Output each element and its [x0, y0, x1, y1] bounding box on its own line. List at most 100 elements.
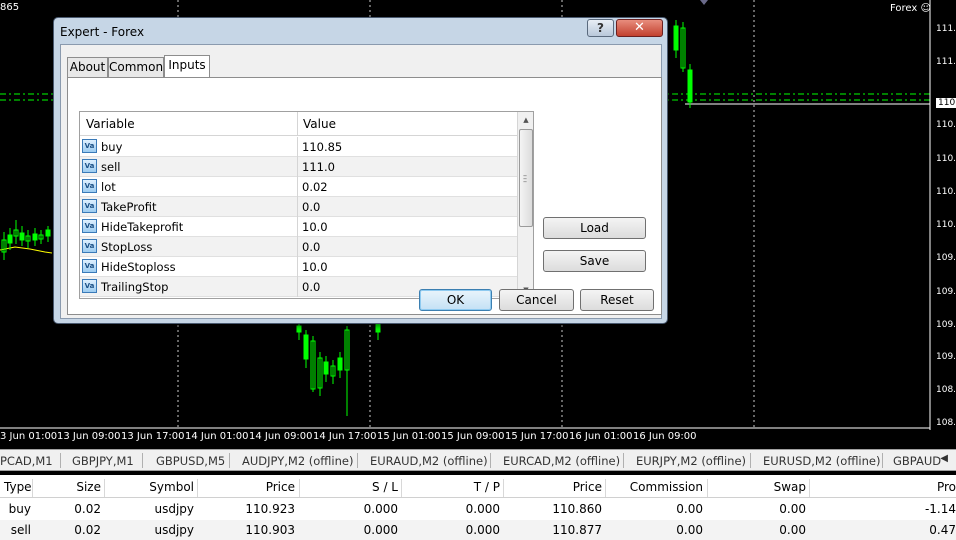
variable-icon: Va — [82, 139, 97, 153]
list-item[interactable]: Va HideStoploss 10.0 — [80, 257, 517, 277]
help-button[interactable]: ? — [587, 19, 614, 37]
price-tick-label: 109. — [936, 320, 956, 330]
column-divider — [297, 137, 298, 157]
table-cell: 0.000 — [465, 502, 500, 516]
column-header-value[interactable]: Value — [303, 117, 336, 131]
table-cell: 0.000 — [465, 523, 500, 537]
tab-common[interactable]: Common — [108, 57, 164, 77]
chart-corner-label: 865 — [0, 2, 20, 13]
time-tick-label: 16 Jun 01:00 — [569, 431, 633, 442]
column-header[interactable]: Size — [76, 480, 101, 494]
table-cell: 0.02 — [74, 523, 101, 537]
list-item[interactable]: Va TakeProfit 0.0 — [80, 197, 517, 217]
list-item[interactable]: Va buy 110.85 — [80, 137, 517, 157]
table-cell: 110.877 — [552, 523, 602, 537]
load-button[interactable]: Load — [543, 217, 646, 239]
table-cell: 0.47 — [929, 523, 956, 537]
price-tick-label: 108. — [936, 418, 956, 428]
symbol-tab[interactable]: GBPJPY,M1 — [72, 454, 134, 468]
tab-scroll-left-icon[interactable]: ◀ — [940, 453, 948, 464]
param-value[interactable]: 0.0 — [302, 240, 320, 254]
param-name: HideStoploss — [101, 260, 176, 274]
tab-about[interactable]: About — [67, 57, 108, 77]
list-item[interactable]: Va sell 111.0 — [80, 157, 517, 177]
list-item[interactable]: Va HideTakeprofit 10.0 — [80, 217, 517, 237]
variable-icon: Va — [82, 219, 97, 233]
list-item[interactable]: Va lot 0.02 — [80, 177, 517, 197]
symbol-tab[interactable]: EURAUD,M2 (offline) — [370, 454, 488, 468]
column-divider — [605, 479, 606, 497]
symbol-tab[interactable]: EURCAD,M2 (offline) — [503, 454, 620, 468]
column-header[interactable]: Type — [4, 480, 32, 494]
column-divider — [707, 479, 708, 497]
param-value[interactable]: 111.0 — [302, 160, 335, 174]
symbol-tab[interactable]: AUDJPY,M2 (offline) — [242, 454, 353, 468]
symbol-tab[interactable]: EURUSD,M2 (offline) — [763, 454, 880, 468]
param-value[interactable]: 10.0 — [302, 220, 328, 234]
candles-middle — [296, 320, 381, 416]
param-value[interactable]: 0.0 — [302, 200, 320, 214]
symbol-tab[interactable]: PCAD,M1 — [0, 454, 53, 468]
column-header[interactable]: Commission — [630, 480, 703, 494]
column-divider — [297, 237, 298, 257]
table-cell: -1.14 — [924, 502, 956, 516]
variable-icon: Va — [82, 199, 97, 213]
symbol-tab[interactable]: EURJPY,M2 (offline) — [636, 454, 746, 468]
price-tick-label: 109. — [936, 253, 956, 263]
table-cell: 0.00 — [779, 502, 806, 516]
time-tick-label: 14 Jun 17:00 — [313, 431, 377, 442]
tab-separator — [750, 453, 751, 468]
column-header[interactable]: Price — [573, 480, 602, 494]
variable-icon: Va — [82, 239, 97, 253]
column-header-variable[interactable]: Variable — [86, 117, 135, 131]
param-value[interactable]: 0.02 — [302, 180, 328, 194]
column-header[interactable]: Symbol — [149, 480, 194, 494]
smiley-icon: ☺ — [920, 3, 931, 14]
dialog-title: Expert - Forex — [60, 25, 145, 39]
reset-button[interactable]: Reset — [580, 289, 654, 311]
candles-left — [1, 220, 51, 260]
trades-table: Type Size Symbol Price S / L T / P Price Commis… — [0, 475, 956, 540]
table-cell: 110.860 — [552, 502, 602, 516]
tab-inputs[interactable]: Inputs — [164, 55, 210, 77]
column-header[interactable]: Swap — [774, 480, 806, 494]
table-row[interactable]: buy 0.02 usdjpy 110.923 0.000 0.000 110.860 0.0… — [0, 499, 956, 520]
param-value[interactable]: 10.0 — [302, 260, 328, 274]
symbol-tab[interactable]: GBPUSD,M5 — [156, 454, 225, 468]
column-divider — [32, 479, 33, 497]
close-button[interactable]: ✕ — [616, 19, 663, 37]
symbol-tabs-bar: PCAD,M1 GBPJPY,M1 GBPUSD,M5 AUDJPY,M2 (offl… — [0, 449, 956, 471]
table-cell: 0.00 — [779, 523, 806, 537]
tab-separator — [60, 453, 61, 468]
table-cell: 0.00 — [676, 502, 703, 516]
price-tick-label: 110. — [936, 154, 956, 164]
variable-icon: Va — [82, 159, 97, 173]
param-name: sell — [101, 160, 121, 174]
column-divider — [401, 479, 402, 497]
save-button[interactable]: Save — [543, 250, 646, 272]
cancel-button[interactable]: Cancel — [499, 289, 574, 311]
grid-scrollbar[interactable]: ▲ ––– ▼ — [517, 112, 533, 298]
column-header[interactable]: Price — [266, 480, 295, 494]
scroll-thumb[interactable]: – – – — [519, 129, 533, 227]
table-cell: 0.00 — [676, 523, 703, 537]
param-value[interactable]: 0.0 — [302, 280, 320, 294]
ok-button[interactable]: OK — [419, 289, 492, 311]
price-tick-label: 108. — [936, 385, 956, 395]
time-tick-label: 13 Jun 09:00 — [57, 431, 121, 442]
column-header[interactable]: S / L — [372, 480, 398, 494]
table-cell: 0.000 — [363, 523, 398, 537]
tab-separator — [623, 453, 624, 468]
column-header[interactable]: T / P — [474, 480, 500, 494]
scroll-up-arrow-icon[interactable]: ▲ — [518, 112, 533, 128]
symbol-tab[interactable]: GBPAUD — [893, 454, 941, 468]
table-cell: 110.903 — [245, 523, 295, 537]
table-row[interactable]: sell 0.02 usdjpy 110.903 0.000 0.000 110.877 0.… — [0, 520, 956, 540]
param-value[interactable]: 110.85 — [302, 140, 342, 154]
price-tick-label: 109. — [936, 287, 956, 297]
table-cell: sell — [10, 523, 31, 537]
column-divider — [104, 479, 105, 497]
column-header[interactable]: Pro — [937, 480, 956, 494]
list-item[interactable]: Va StopLoss 0.0 — [80, 237, 517, 257]
price-tick-label: 110. — [936, 187, 956, 197]
